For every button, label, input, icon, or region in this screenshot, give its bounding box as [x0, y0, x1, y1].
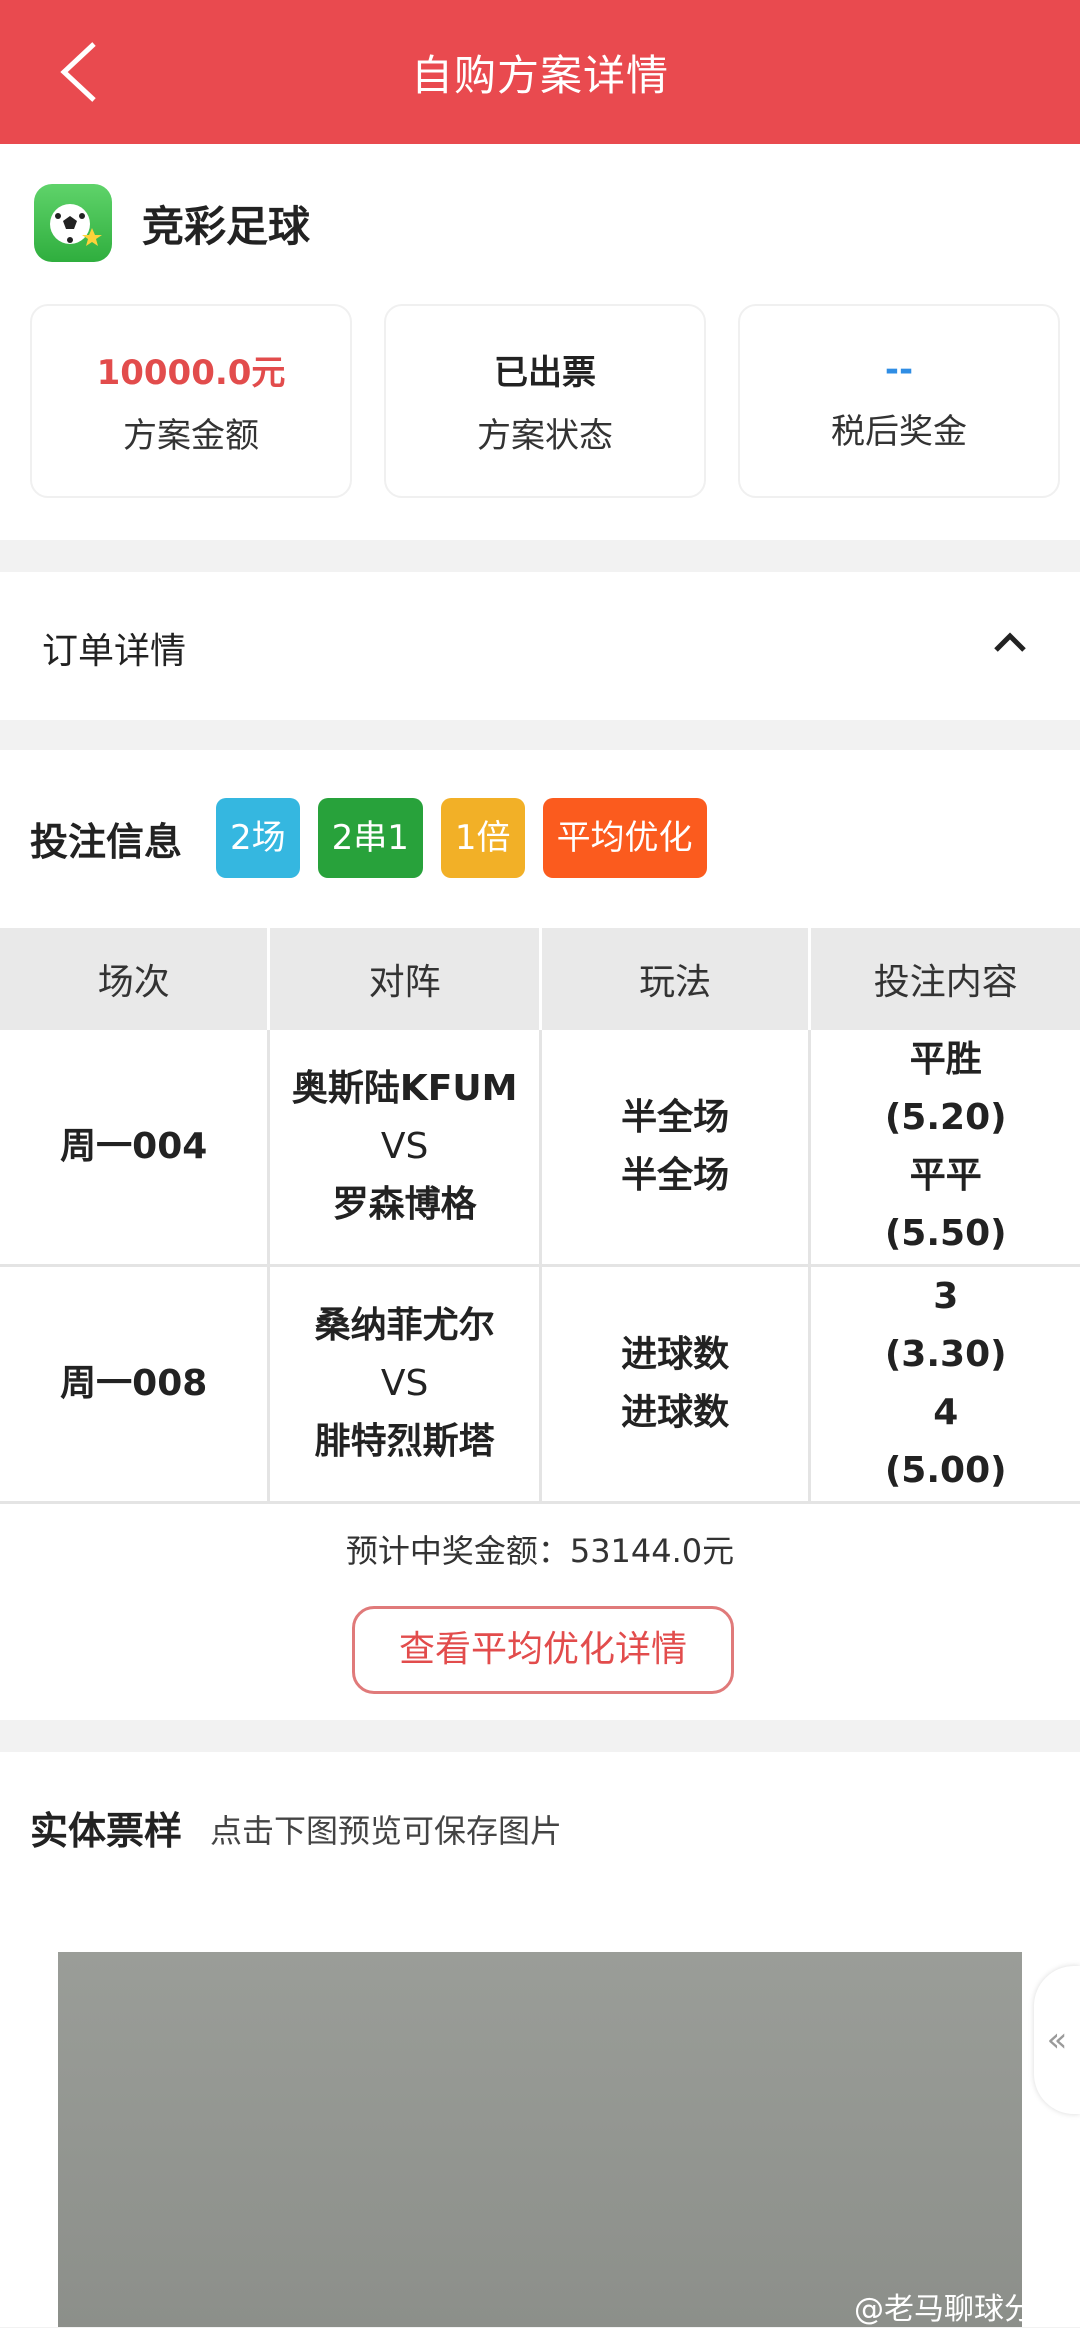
- tag-multiple: 1倍: [440, 798, 525, 878]
- vs-label: VS: [380, 1126, 429, 1167]
- stat-label: 方案状态: [477, 416, 613, 456]
- match-id: 周一004: [0, 1030, 271, 1267]
- side-expand-tab[interactable]: «: [1034, 1966, 1080, 2114]
- bet-table: 场次 对阵 玩法 投注内容 周一004 奥斯陆KFUM VS 罗森博格 半全场 …: [0, 928, 1080, 1504]
- vs-label: VS: [380, 1363, 429, 1404]
- odds: (3.30): [884, 1334, 1007, 1375]
- plan-summary-card: 竞彩足球 10000.0元 方案金额 已出票 方案状态 -- 税后奖金: [0, 144, 1080, 540]
- stat-label: 方案金额: [123, 416, 259, 456]
- pick: 平平: [909, 1155, 982, 1196]
- ticket-sample-hint: 点击下图预览可保存图片: [210, 1812, 563, 1850]
- play-type: 半全场: [621, 1155, 730, 1196]
- view-optimization-button[interactable]: 查看平均优化详情: [352, 1606, 734, 1694]
- ticket-sample-section: 实体票样 点击下图预览可保存图片: [0, 1752, 1080, 2327]
- teams-cell: 奥斯陆KFUM VS 罗森博格: [268, 1030, 542, 1267]
- pick: 3: [933, 1276, 959, 1317]
- lottery-type-row: 竞彩足球: [34, 184, 310, 262]
- bet-info-header: 投注信息 2场 2串1 1倍 平均优化: [30, 798, 725, 878]
- football-app-icon: [34, 184, 112, 262]
- table-row: 周一008 桑纳菲尤尔 VS 腓特烈斯塔 进球数 进球数 3 (3.30) 4 …: [0, 1265, 1080, 1504]
- tag-matches: 2场: [216, 798, 300, 878]
- col-match: 场次: [0, 928, 271, 1030]
- bet-info-section: 投注信息 2场 2串1 1倍 平均优化 场次 对阵 玩法 投注内容 周一004 …: [0, 750, 1080, 1720]
- stat-value: 已出票: [494, 353, 596, 393]
- table-header: 场次 对阵 玩法 投注内容: [0, 928, 1080, 1030]
- play-cell: 半全场 半全场: [540, 1030, 812, 1267]
- match-id: 周一008: [0, 1265, 271, 1504]
- stat-label: 税后奖金: [831, 411, 967, 452]
- play-type: 进球数: [621, 1334, 730, 1375]
- table-row: 周一004 奥斯陆KFUM VS 罗森博格 半全场 半全场 平胜 (5.20) …: [0, 1030, 1080, 1267]
- stat-amount: 10000.0元 方案金额: [30, 304, 352, 498]
- top-bar: 自购方案详情: [0, 0, 1080, 144]
- col-play: 玩法: [540, 928, 812, 1030]
- stats-row: 10000.0元 方案金额 已出票 方案状态 -- 税后奖金: [30, 304, 1060, 498]
- teams-cell: 桑纳菲尤尔 VS 腓特烈斯塔: [268, 1265, 542, 1504]
- tag-combo: 2串1: [317, 798, 423, 878]
- ticket-sample-title: 实体票样: [30, 1809, 183, 1853]
- pick: 平胜: [909, 1039, 982, 1080]
- stat-value: 10000.0元: [96, 353, 286, 393]
- away-team: 罗森博格: [332, 1184, 477, 1225]
- content-cell: 3 (3.30) 4 (5.00): [809, 1265, 1080, 1504]
- stat-prize: -- 税后奖金: [738, 304, 1060, 498]
- play-type: 进球数: [621, 1392, 730, 1433]
- play-type: 半全场: [621, 1097, 730, 1138]
- lottery-type-name: 竞彩足球: [142, 201, 311, 251]
- stat-value: --: [884, 349, 914, 390]
- order-details-toggle[interactable]: 订单详情: [0, 572, 1080, 720]
- ticket-photo[interactable]: [58, 1952, 1022, 2327]
- bet-info-title: 投注信息: [30, 819, 183, 864]
- chevron-up-icon[interactable]: [990, 622, 1030, 662]
- back-arrow-icon[interactable]: [54, 40, 104, 104]
- home-team: 桑纳菲尤尔: [314, 1305, 495, 1346]
- col-content: 投注内容: [809, 928, 1080, 1030]
- home-team: 奥斯陆KFUM: [291, 1068, 518, 1109]
- col-teams: 对阵: [268, 928, 542, 1030]
- odds: (5.00): [884, 1450, 1007, 1491]
- order-details-title: 订单详情: [42, 631, 187, 672]
- estimated-prize: 预计中奖金额：53144.0元: [345, 1532, 735, 1570]
- away-team: 腓特烈斯塔: [314, 1421, 495, 1462]
- play-cell: 进球数 进球数: [540, 1265, 812, 1504]
- pick: 4: [933, 1392, 959, 1433]
- content-cell: 平胜 (5.20) 平平 (5.50): [809, 1030, 1080, 1267]
- odds: (5.20): [884, 1097, 1007, 1138]
- tag-optimize: 平均优化: [542, 798, 707, 878]
- page-title: 自购方案详情: [410, 50, 669, 100]
- odds: (5.50): [884, 1213, 1007, 1254]
- stat-status: 已出票 方案状态: [384, 304, 706, 498]
- watermark-text: @老马聊球分析: [854, 2292, 1064, 2327]
